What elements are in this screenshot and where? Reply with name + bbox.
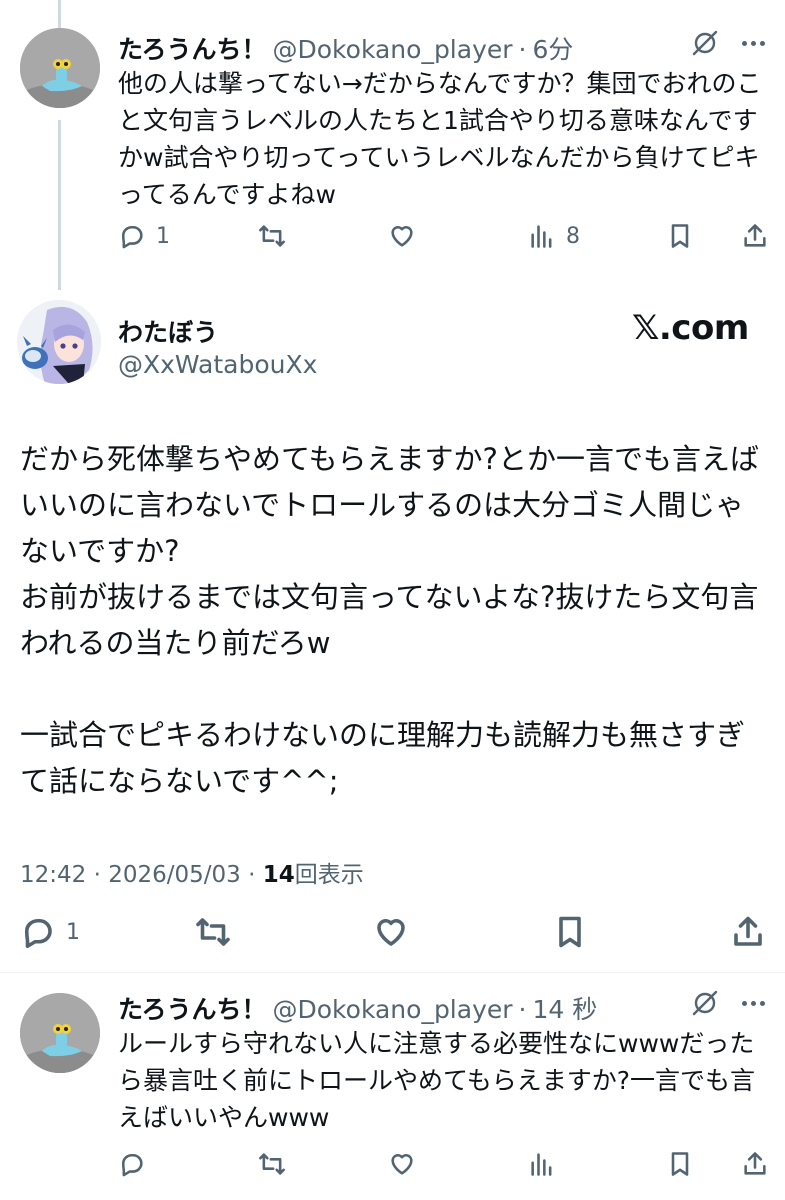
reply-icon bbox=[121, 225, 143, 249]
like-button[interactable] bbox=[373, 914, 409, 950]
x-watermark: 𝕏.com bbox=[632, 308, 749, 348]
action-bar bbox=[118, 1150, 778, 1190]
timestamp[interactable]: 14 秒 bbox=[532, 990, 597, 1026]
separator: · bbox=[86, 862, 109, 888]
views-label: 回表示 bbox=[294, 862, 364, 888]
bookmark-button[interactable] bbox=[666, 1150, 694, 1178]
main-time[interactable]: 12:42 bbox=[20, 862, 86, 888]
bookmark-button[interactable] bbox=[666, 222, 694, 250]
display-name[interactable]: たろうんち！ bbox=[118, 990, 267, 1026]
main-username[interactable]: @XxWatabouXx bbox=[118, 350, 317, 379]
like-icon bbox=[391, 1154, 413, 1175]
main-tweet-text: だから死体撃ちやめてもらえますか?とか一言でも言えばいいのに言わないでトロールす… bbox=[20, 442, 759, 798]
username[interactable]: @Dokokano_player bbox=[273, 995, 513, 1024]
views-count: 8 bbox=[566, 223, 580, 249]
tweet-text: 他の人は撃ってない→だからなんですか？集団でおれのこと文句言うレベルの人たちと1… bbox=[118, 69, 762, 209]
like-button[interactable] bbox=[388, 222, 416, 250]
main-date[interactable]: 2026/05/03 bbox=[108, 862, 241, 888]
retweet-icon bbox=[196, 918, 230, 946]
retweet-button[interactable] bbox=[195, 914, 231, 950]
separator: · bbox=[518, 35, 527, 64]
more-icon[interactable] bbox=[742, 41, 765, 46]
share-button[interactable] bbox=[741, 222, 769, 250]
main-action-bar: 1 bbox=[20, 914, 770, 954]
separator: · bbox=[240, 862, 263, 888]
action-bar: 1 8 bbox=[118, 222, 778, 262]
avatar[interactable] bbox=[20, 28, 100, 108]
share-button[interactable] bbox=[730, 914, 766, 950]
display-name[interactable]: たろうんち！ bbox=[118, 30, 267, 66]
retweet-icon bbox=[259, 225, 285, 247]
reply-count: 1 bbox=[66, 919, 80, 945]
reply-icon bbox=[24, 918, 52, 949]
like-button[interactable] bbox=[388, 1150, 416, 1178]
avatar-watabou-image bbox=[17, 300, 101, 384]
timestamp[interactable]: 6分 bbox=[532, 30, 573, 66]
views-icon bbox=[531, 225, 552, 248]
share-icon bbox=[744, 224, 766, 247]
avatar-slug-image bbox=[20, 993, 100, 1073]
reply-button[interactable]: 1 bbox=[118, 222, 170, 250]
reply-count: 1 bbox=[156, 223, 170, 249]
reply-icon bbox=[121, 1153, 143, 1177]
avatar-slug-image bbox=[20, 28, 100, 108]
retweet-button[interactable] bbox=[258, 1150, 286, 1178]
thread-line-top bbox=[58, 0, 61, 28]
bookmark-button[interactable] bbox=[552, 914, 588, 950]
bookmark-icon bbox=[671, 1152, 689, 1176]
divider bbox=[0, 972, 785, 973]
username[interactable]: @Dokokano_player bbox=[273, 35, 513, 64]
separator: · bbox=[518, 995, 527, 1024]
main-display-name[interactable]: わたぼう bbox=[118, 313, 218, 349]
thread-line bbox=[58, 120, 61, 290]
views-button[interactable] bbox=[528, 1150, 556, 1178]
views-icon bbox=[531, 1153, 552, 1176]
retweet-icon bbox=[259, 1153, 285, 1175]
like-icon bbox=[391, 226, 413, 247]
tweet-text: ルールすら守れない人に注意する必要性なにwwwだったら暴言吐く前にトロールやめて… bbox=[118, 1029, 756, 1132]
bookmark-icon bbox=[559, 916, 581, 948]
grok-icon[interactable] bbox=[690, 988, 720, 1022]
more-icon[interactable] bbox=[742, 1001, 765, 1006]
avatar[interactable] bbox=[20, 993, 100, 1073]
share-icon bbox=[744, 1152, 766, 1175]
tweet-header: たろうんち！ @Dokokano_player · 14 秒 bbox=[118, 990, 597, 1026]
reply-button[interactable] bbox=[118, 1150, 146, 1178]
share-icon bbox=[734, 916, 762, 946]
share-button[interactable] bbox=[741, 1150, 769, 1178]
views-count: 14 bbox=[262, 862, 295, 888]
main-meta: 12:42 · 2026/05/03 · 14回表示 bbox=[20, 855, 364, 889]
grok-icon[interactable] bbox=[690, 28, 720, 62]
views-button[interactable]: 8 bbox=[528, 222, 580, 250]
bookmark-icon bbox=[671, 224, 689, 248]
like-icon bbox=[377, 919, 405, 946]
avatar[interactable] bbox=[17, 300, 101, 384]
reply-button[interactable]: 1 bbox=[20, 914, 80, 950]
tweet-header: たろうんち！ @Dokokano_player · 6分 bbox=[118, 30, 573, 66]
retweet-button[interactable] bbox=[258, 222, 286, 250]
